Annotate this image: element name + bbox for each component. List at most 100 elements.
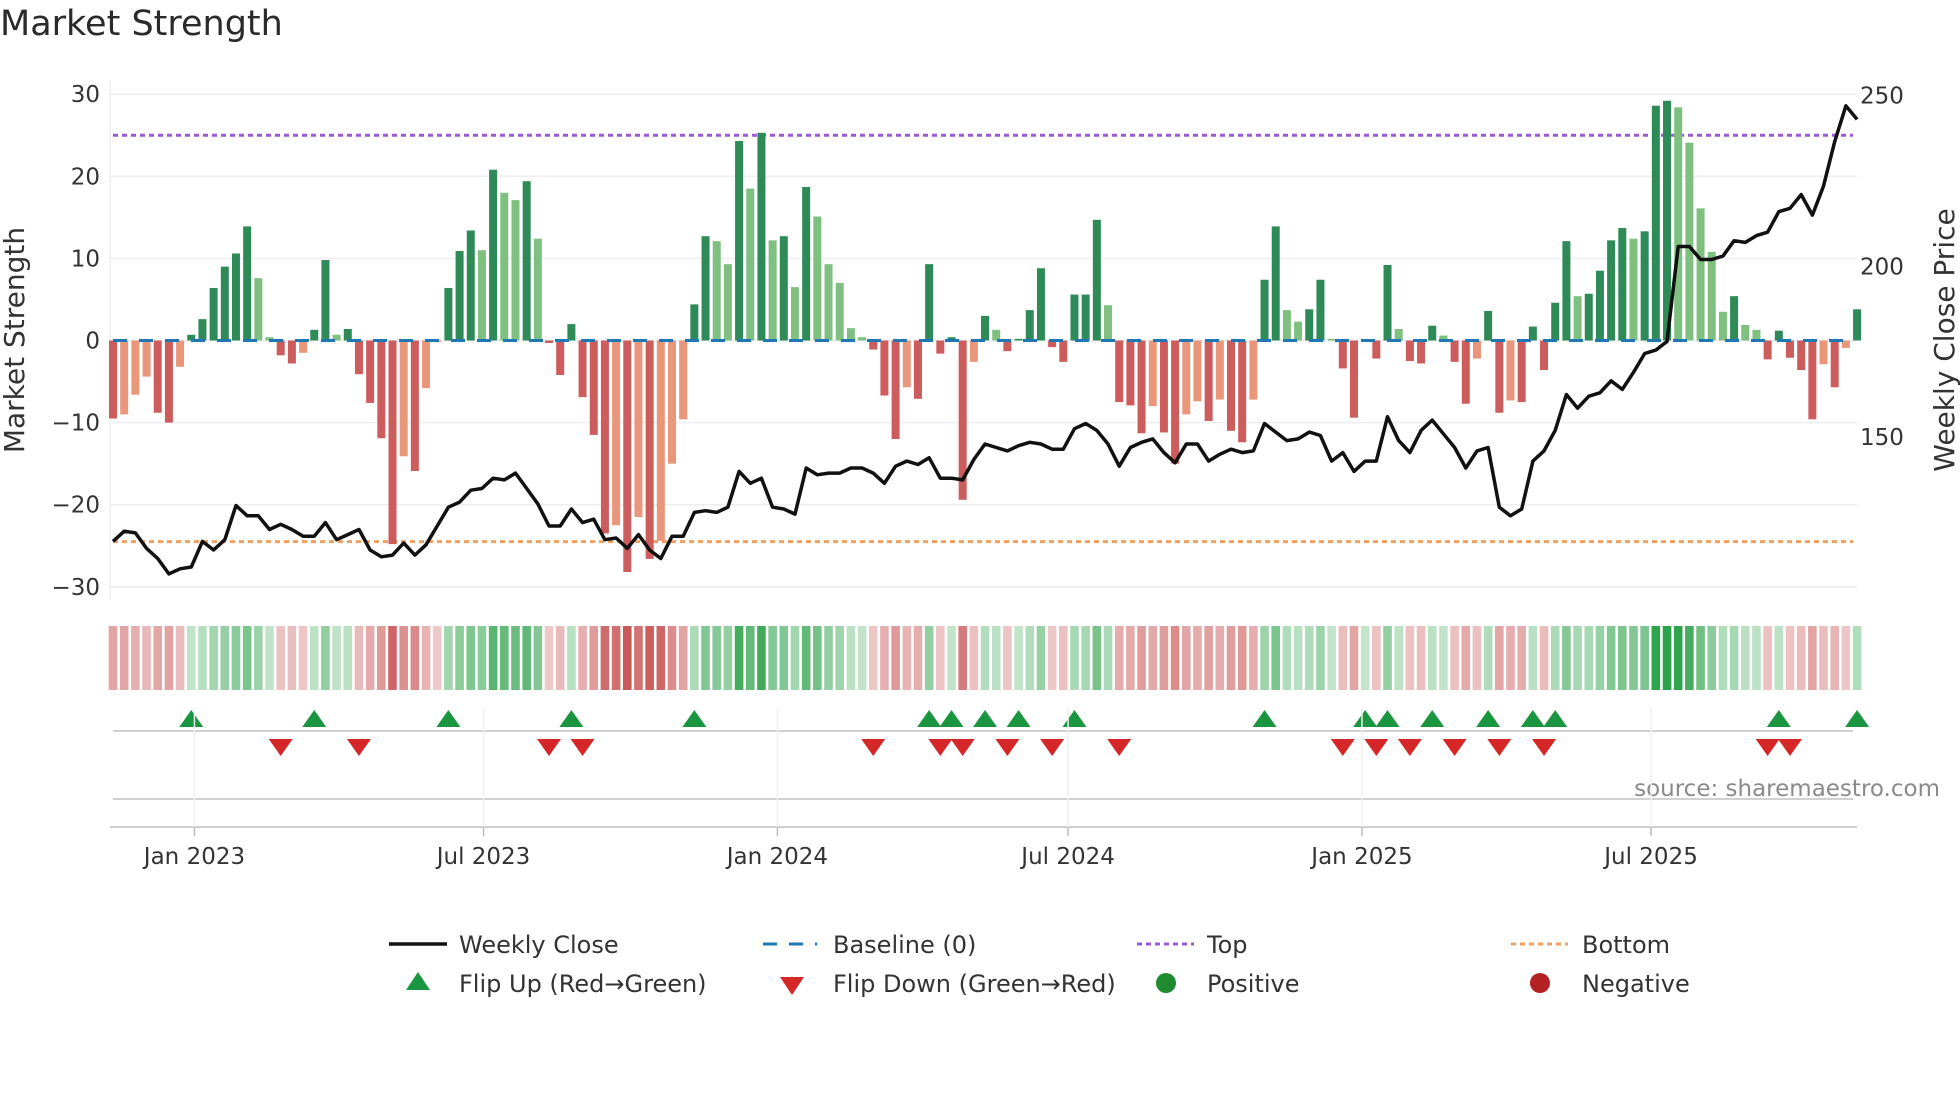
strip-cell — [1383, 626, 1392, 690]
strip-cell — [1427, 626, 1437, 690]
strip-cell — [455, 626, 464, 690]
strength-bar — [891, 340, 900, 440]
strength-bar — [1763, 340, 1772, 360]
strip-cell — [131, 626, 140, 690]
strip-cell — [432, 626, 442, 690]
strip-cell — [980, 626, 990, 690]
strip-cell — [868, 626, 878, 690]
strip-cell — [1081, 626, 1090, 690]
strip-cell — [186, 626, 196, 690]
strength-bar — [422, 340, 431, 389]
strip-cell — [1237, 626, 1247, 690]
strength-bar — [623, 340, 632, 573]
strip-cell — [1740, 626, 1750, 690]
x-tick-label: Jul 2024 — [1019, 844, 1115, 870]
strength-bar — [131, 340, 140, 395]
strength-bar — [254, 278, 263, 341]
strength-bar — [1830, 340, 1839, 388]
strength-bar — [1327, 338, 1336, 341]
strength-bar — [992, 329, 1001, 341]
strip-cell — [1785, 626, 1795, 690]
strength-bar — [1372, 340, 1381, 359]
flip-down-marker — [1442, 739, 1467, 756]
strip-cell — [622, 626, 632, 690]
flip-down-marker — [1040, 739, 1065, 756]
strip-cell — [119, 626, 129, 690]
strength-bar — [377, 340, 386, 439]
flip-down-marker — [928, 739, 953, 756]
flip-up-marker — [917, 710, 942, 727]
flip-down-marker — [1487, 739, 1512, 756]
flip-markers — [113, 710, 1870, 800]
legend-label: Weekly Close — [459, 931, 619, 959]
strip-cell — [1360, 626, 1370, 690]
strip-cell — [1662, 626, 1672, 690]
strip-cell — [813, 626, 822, 690]
strength-bar — [913, 340, 922, 399]
strip-cell — [947, 626, 956, 690]
strip-cell — [656, 626, 666, 690]
strength-bar — [1227, 340, 1235, 431]
strength-bar — [668, 340, 676, 464]
strip-cell — [1114, 626, 1124, 690]
strength-bar — [1517, 340, 1526, 403]
legend-item-flip-down[interactable]: Flip Down (Green→Red) — [780, 970, 1116, 998]
strip-cell — [1148, 626, 1158, 690]
strip-cell — [902, 626, 912, 690]
strip-cell — [1327, 626, 1336, 690]
strength-bar — [1674, 107, 1683, 341]
strength-bar — [388, 340, 397, 545]
strength-bar — [522, 181, 531, 341]
strip-cell — [1517, 626, 1526, 690]
strength-bar — [109, 340, 117, 419]
circle-icon — [1530, 973, 1550, 993]
strength-bar — [1014, 338, 1023, 341]
flip-down-marker — [1364, 739, 1389, 756]
strip-cell — [1808, 626, 1817, 690]
strength-bar — [556, 340, 565, 375]
legend-item-negative[interactable]: Negative — [1530, 970, 1690, 998]
strength-bar — [1428, 325, 1437, 341]
strength-bar — [321, 260, 330, 341]
strength-bar — [1718, 311, 1727, 341]
legend-label: Baseline (0) — [833, 931, 976, 959]
strip-cell — [1372, 626, 1381, 690]
strength-bar — [1853, 309, 1862, 341]
strip-cell — [1394, 626, 1403, 690]
legend-item-bottom[interactable]: Bottom — [1511, 931, 1670, 959]
strip-cell — [466, 626, 476, 690]
flip-up-marker — [1845, 710, 1870, 727]
legend-item-positive[interactable]: Positive — [1156, 970, 1300, 998]
legend-item-baseline[interactable]: Baseline (0) — [763, 931, 976, 959]
strength-bar — [410, 340, 419, 472]
strip-cell — [1819, 626, 1828, 690]
right-axis-ticks: 250 200 150 — [1860, 84, 1904, 452]
strip-cell — [410, 626, 420, 690]
flip-up-marker — [682, 710, 707, 727]
legend-item-flip-up[interactable]: Flip Up (Red→Green) — [406, 970, 707, 998]
circle-icon — [1156, 973, 1176, 993]
strip-cell — [611, 626, 621, 690]
flip-down-marker — [861, 739, 886, 756]
market-strength-chart: 30 20 10 0 −10 −20 −30 250 200 150 Market Streng… — [0, 80, 1960, 998]
legend-item-top[interactable]: Top — [1137, 931, 1248, 959]
legend-label: Positive — [1207, 970, 1300, 998]
strip-cell — [846, 626, 856, 690]
flip-down-marker — [995, 739, 1020, 756]
strip-cell — [1830, 626, 1840, 690]
strip-cell — [231, 626, 241, 690]
strip-cell — [1137, 626, 1146, 690]
strip-cell — [824, 626, 833, 690]
strip-cell — [779, 626, 789, 690]
strip-cell — [1841, 626, 1851, 690]
flip-up-marker — [436, 710, 461, 727]
strength-bar — [1819, 340, 1828, 365]
strength-bar — [768, 240, 777, 341]
strength-bar — [1171, 340, 1180, 464]
strip-cell — [857, 626, 867, 690]
strip-cell — [589, 626, 599, 690]
strip-cell — [444, 626, 453, 690]
legend-item-weekly-close[interactable]: Weekly Close — [389, 931, 619, 959]
strength-bar — [1461, 340, 1470, 404]
strength-bar — [287, 340, 296, 364]
